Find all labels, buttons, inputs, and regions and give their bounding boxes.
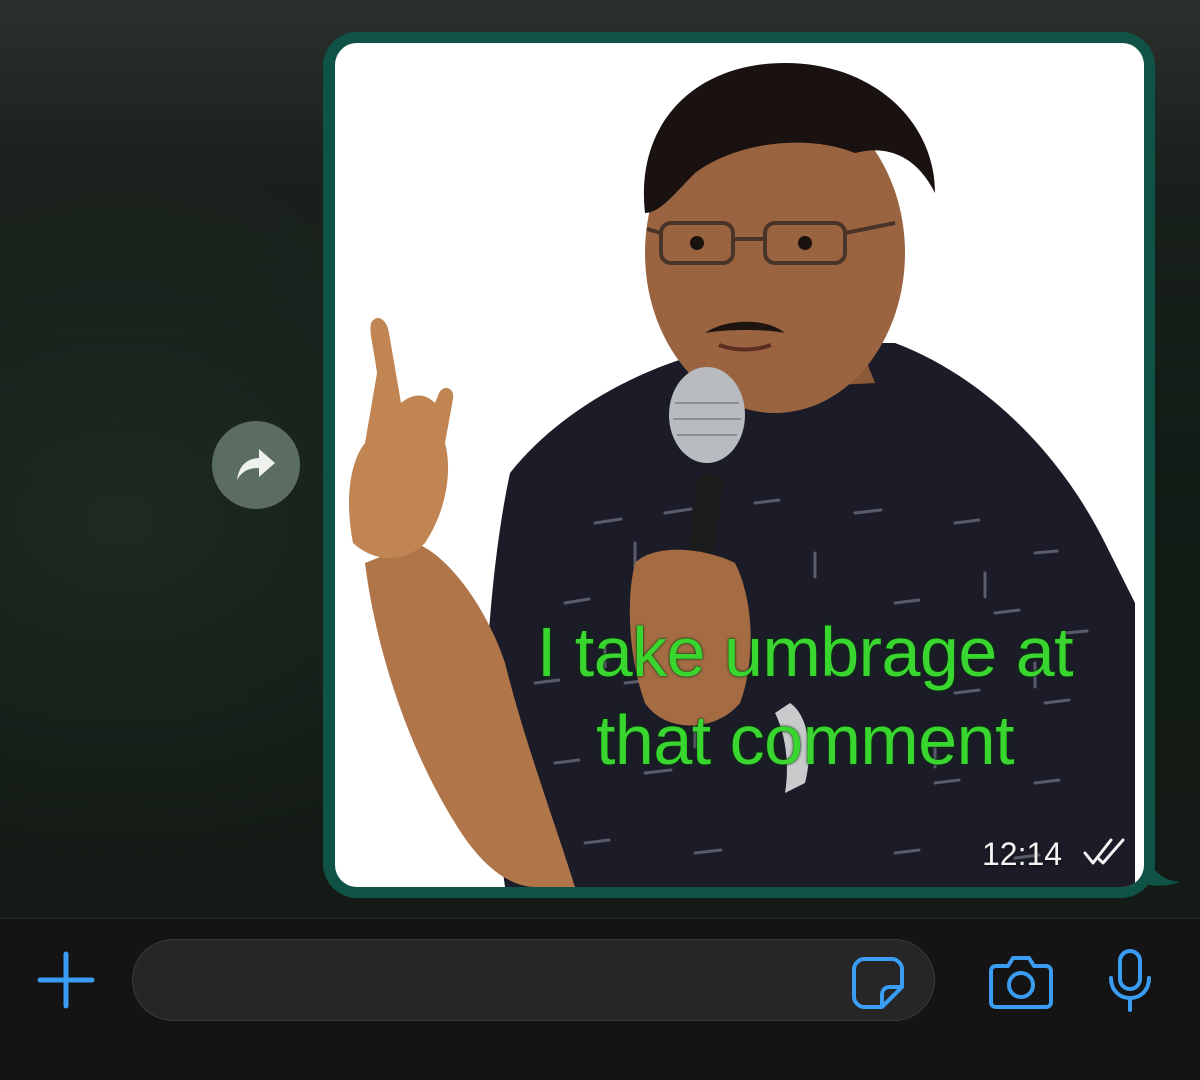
microphone-button[interactable] xyxy=(1106,948,1154,1014)
attach-button[interactable] xyxy=(36,950,96,1010)
message-input[interactable] xyxy=(163,940,847,1022)
forward-button[interactable] xyxy=(212,421,300,509)
microphone-icon xyxy=(1109,949,1151,1012)
sticker-button[interactable] xyxy=(850,955,906,1011)
sticker-caption: I take umbrage at that comment xyxy=(475,608,1135,784)
forward-arrow-icon xyxy=(237,449,275,480)
sticker-caption-line-1: I take umbrage at xyxy=(536,613,1074,691)
sticker-icon xyxy=(852,957,904,1009)
bubble-tail xyxy=(1146,852,1180,886)
double-check-icon xyxy=(1083,838,1125,865)
sticker-caption-line-2: that comment xyxy=(595,701,1015,779)
chat-area: I take umbrage at that comment 12:14 xyxy=(0,0,1200,918)
camera-button[interactable] xyxy=(988,952,1054,1012)
message-time: 12:14 xyxy=(982,836,1063,872)
plus-icon xyxy=(37,951,95,1009)
camera-icon xyxy=(989,956,1053,1009)
sticker-image[interactable]: I take umbrage at that comment xyxy=(335,43,1144,887)
message-field[interactable] xyxy=(132,939,935,1022)
